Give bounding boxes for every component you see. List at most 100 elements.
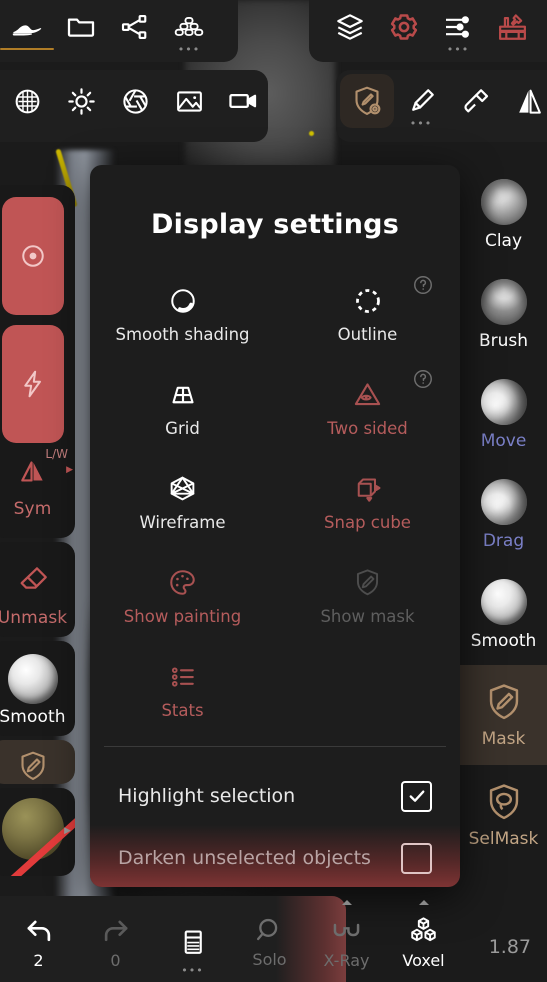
- aperture-button[interactable]: [108, 74, 162, 128]
- display-settings-panel: Display settings Smooth shading Outline …: [90, 165, 460, 887]
- tool-drag[interactable]: Drag: [460, 465, 547, 565]
- mask-settings-selected[interactable]: [340, 74, 394, 128]
- outline-icon-wrap: [353, 272, 383, 316]
- option-show-mask-label: Show mask: [320, 607, 415, 626]
- overflow-dots[interactable]: •••: [162, 44, 216, 55]
- panel-options-grid: Smooth shading Outline Grid Two sided Wi…: [90, 262, 460, 732]
- option-show-painting[interactable]: Show painting: [90, 544, 275, 638]
- two-sided-help-button[interactable]: [412, 368, 434, 394]
- smooth-shading-icon-wrap: [168, 272, 198, 316]
- matcap-button[interactable]: [0, 74, 54, 128]
- light-button[interactable]: [54, 74, 108, 128]
- paint-brush-icon: [411, 88, 434, 111]
- video-button[interactable]: [216, 74, 270, 128]
- tool-clay[interactable]: Clay: [460, 165, 547, 265]
- undo-icon: [27, 920, 50, 941]
- picture-icon: [176, 90, 202, 112]
- files-button[interactable]: [54, 0, 108, 54]
- darken-unselected-checkbox[interactable]: [401, 842, 432, 874]
- option-stats-label: Stats: [161, 701, 204, 720]
- material-sphere-icon: [2, 798, 64, 860]
- overflow-dots[interactable]: •••: [154, 965, 231, 976]
- option-snap-cube[interactable]: Snap cube: [275, 450, 460, 544]
- fill-button[interactable]: [448, 74, 502, 128]
- tool-selmask-label: SelMask: [468, 829, 539, 849]
- mask-icon-wrap: [0, 740, 75, 783]
- toggle-darken-unselected-label: Darken unselected objects: [118, 847, 371, 869]
- two-sided-eye-icon: [354, 383, 381, 406]
- tool-brush[interactable]: Brush: [460, 265, 547, 365]
- caret-up-icon: [341, 900, 352, 905]
- layers-icon: [337, 14, 363, 40]
- xray-button[interactable]: X-Ray: [308, 900, 385, 978]
- tool-selmask[interactable]: SelMask: [460, 765, 547, 865]
- overflow-dots[interactable]: •••: [431, 44, 485, 55]
- brush-toolbar: •••: [336, 70, 547, 142]
- symmetry-icon: [21, 460, 43, 482]
- stack-pyramid-icon: [174, 16, 204, 36]
- unmask-card[interactable]: Unmask: [0, 542, 75, 637]
- highlight-selection-checkbox[interactable]: [401, 780, 432, 812]
- option-snap-cube-label: Snap cube: [324, 513, 411, 532]
- symmetry-expand-arrow[interactable]: ▶: [66, 465, 73, 475]
- shield-brush-icon: [20, 751, 45, 780]
- wireframe-icon: [170, 476, 195, 501]
- overflow-dots[interactable]: •••: [394, 118, 448, 129]
- snap-cube-icon: [357, 478, 380, 502]
- voxel-button[interactable]: Voxel: [385, 900, 462, 978]
- shield-lasso-icon: [489, 784, 518, 820]
- tool-smooth[interactable]: Smooth: [460, 565, 547, 665]
- mirror-button[interactable]: [502, 74, 547, 128]
- option-grid[interactable]: Grid: [90, 356, 275, 450]
- share-nodes-icon: [121, 14, 147, 39]
- outline-help-button[interactable]: [412, 274, 434, 300]
- option-stats[interactable]: Stats: [90, 638, 275, 732]
- material-card[interactable]: ▶: [0, 788, 75, 876]
- radial-symmetry-button[interactable]: [1, 197, 64, 315]
- panel-option-row: Wireframe Snap cube: [90, 450, 460, 544]
- tool-mask[interactable]: Mask: [460, 665, 547, 765]
- sun-icon: [67, 87, 95, 115]
- multires-button[interactable]: •••: [162, 0, 216, 55]
- lightning-bolt-icon: [23, 370, 41, 398]
- shield-brush-icon: [356, 569, 379, 596]
- option-wireframe[interactable]: Wireframe: [90, 450, 275, 544]
- history-button[interactable]: •••: [154, 906, 231, 978]
- layers-button[interactable]: [323, 0, 377, 54]
- voxel-label: Voxel: [402, 951, 445, 970]
- settings-button[interactable]: [377, 0, 431, 54]
- mask-settings-button[interactable]: [340, 74, 394, 128]
- redo-button[interactable]: 0: [77, 906, 154, 978]
- sculpt-tool-button[interactable]: [0, 0, 54, 54]
- toggle-highlight-selection[interactable]: Highlight selection: [90, 765, 460, 827]
- image-button[interactable]: [162, 74, 216, 128]
- brush-button[interactable]: •••: [394, 74, 448, 129]
- toggle-darken-unselected[interactable]: Darken unselected objects: [90, 827, 460, 887]
- shield-brush-icon: [489, 684, 518, 720]
- toolbox-icon: [498, 13, 526, 40]
- paint-roller-icon: [463, 88, 488, 112]
- dynamic-topology-button[interactable]: [1, 325, 64, 443]
- smooth-label: Smooth: [0, 707, 66, 727]
- option-outline[interactable]: Outline: [275, 262, 460, 356]
- smooth-card[interactable]: Smooth: [0, 641, 75, 736]
- option-two-sided[interactable]: Two sided: [275, 356, 460, 450]
- move-ball-icon: [480, 379, 527, 425]
- undo-button[interactable]: 2: [0, 906, 77, 978]
- smooth-shading-icon: [170, 289, 195, 313]
- grid-icon-wrap: [168, 366, 198, 410]
- mask-active-card[interactable]: [0, 740, 75, 784]
- material-expand-arrow[interactable]: ▶: [64, 826, 71, 836]
- symmetry-label: Sym: [13, 499, 52, 519]
- right-tool-rail: Clay Brush Move Drag Smooth Mask SelMask: [460, 165, 547, 865]
- help-circle-icon: [414, 370, 432, 388]
- sliders-button[interactable]: •••: [431, 0, 485, 55]
- stats-icon-wrap: [168, 648, 198, 692]
- toolbox-button[interactable]: [485, 0, 539, 54]
- symmetry-button[interactable]: L/W ▶ Sym: [0, 443, 75, 528]
- option-smooth-shading[interactable]: Smooth shading: [90, 262, 275, 356]
- solo-button[interactable]: Solo: [231, 906, 308, 978]
- topology-button[interactable]: [108, 0, 162, 54]
- model-yellow-dot: [309, 131, 314, 136]
- tool-move[interactable]: Move: [460, 365, 547, 465]
